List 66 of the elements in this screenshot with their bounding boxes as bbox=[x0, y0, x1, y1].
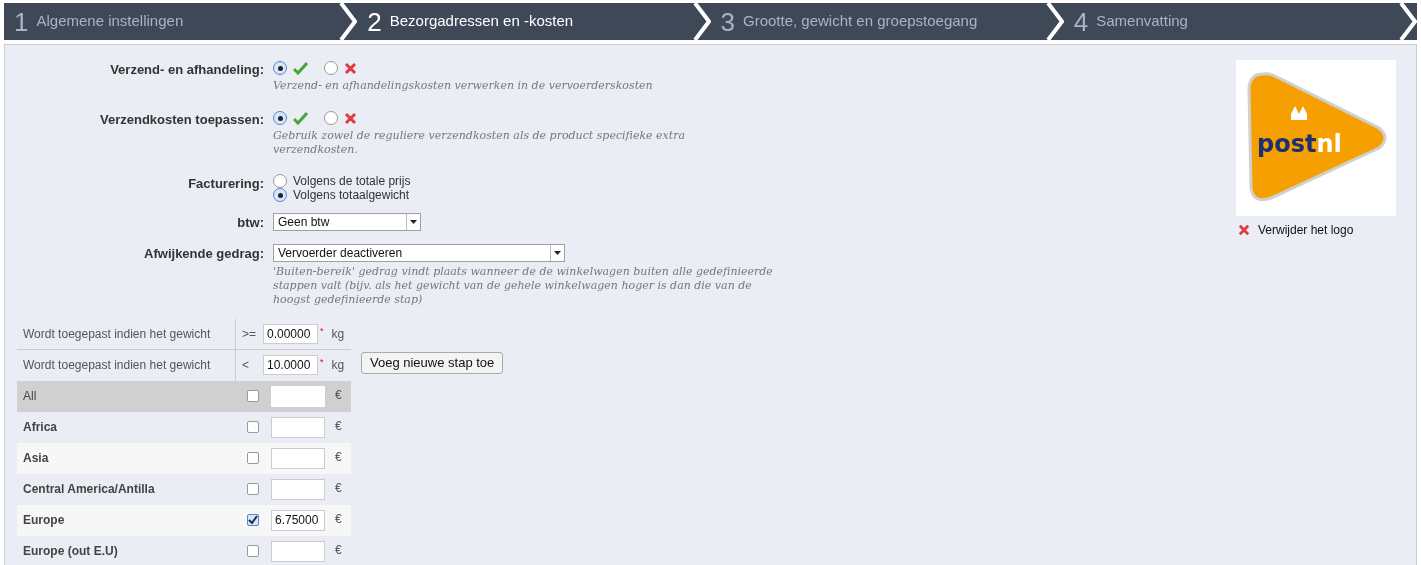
zone-name: Central America/Antilla bbox=[22, 481, 156, 498]
currency-label: € bbox=[335, 417, 342, 435]
currency-label: € bbox=[335, 541, 342, 559]
price-input[interactable] bbox=[271, 385, 325, 407]
option-label: Volgens totaalgewicht bbox=[293, 188, 410, 204]
chevron-icon bbox=[337, 3, 358, 40]
currency-label: € bbox=[335, 386, 342, 404]
radio-button[interactable] bbox=[273, 111, 287, 125]
wizard-step[interactable]: 1 Algemene instellingen bbox=[4, 3, 358, 40]
price-input[interactable] bbox=[271, 447, 325, 469]
caret-icon bbox=[554, 250, 561, 255]
currency-label: € bbox=[335, 510, 342, 528]
range-label: Wordt toegepast indien het gewicht bbox=[22, 325, 212, 343]
help-text: Verzend- en afhandelingskosten verwerken in de vervoerderskosten bbox=[273, 79, 653, 93]
currency-label: € bbox=[335, 448, 342, 466]
zone-name: Europe bbox=[22, 512, 66, 529]
field-label: Afwijkende gedrag: bbox=[144, 244, 264, 263]
check-icon bbox=[293, 111, 308, 125]
option-label: Volgens de totale prijs bbox=[293, 173, 411, 190]
close-icon bbox=[1238, 224, 1250, 236]
radio-button[interactable] bbox=[324, 61, 338, 75]
caret-icon bbox=[410, 220, 417, 224]
currency-label: € bbox=[335, 479, 342, 497]
checkbox[interactable] bbox=[247, 390, 259, 402]
close-icon bbox=[344, 111, 357, 125]
radio-button[interactable] bbox=[273, 61, 287, 75]
required-mark: * bbox=[320, 355, 324, 369]
zone-name: Africa bbox=[22, 419, 58, 436]
radio-button[interactable] bbox=[273, 188, 287, 202]
checkbox[interactable] bbox=[247, 421, 259, 433]
wizard-step[interactable]: 3 Grootte, gewicht en groepstoegang bbox=[710, 3, 1064, 40]
field-label: Verzendkosten toepassen: bbox=[100, 111, 264, 129]
dropdown[interactable]: Geen btw bbox=[273, 213, 421, 231]
help-text: Gebruik zowel de reguliere verzendkosten als de product specifieke extra verzendkosten. bbox=[273, 129, 687, 157]
check-icon bbox=[293, 61, 308, 75]
weight-input[interactable]: 10.0000 bbox=[263, 355, 318, 375]
price-input[interactable] bbox=[271, 540, 325, 562]
wizard-step[interactable]: 2 Bezorgadressen en -kosten bbox=[357, 3, 711, 40]
zone-name: All bbox=[22, 388, 38, 405]
radio-button[interactable] bbox=[273, 174, 287, 188]
unit-label: kg bbox=[331, 357, 345, 374]
field-label: Verzend- en afhandeling: bbox=[110, 61, 264, 79]
close-icon bbox=[344, 61, 357, 75]
help-text: 'Buiten-bereik' gedrag vindt plaats wanneer de de winkelwagen buiten alle gedefinieerde stappen valt (bijv. als het gewicht van de gehele winkelwagen hoger is dan die van de hoogst gedefinieerde stap) bbox=[273, 264, 773, 307]
chevron-icon bbox=[1397, 3, 1417, 40]
checkbox[interactable] bbox=[247, 483, 259, 495]
field-label: Facturering: bbox=[188, 175, 264, 193]
add-step-button[interactable]: Voeg nieuwe stap toe bbox=[361, 351, 504, 374]
zone-name: Europe (out E.U) bbox=[22, 543, 119, 560]
range-label: Wordt toegepast indien het gewicht bbox=[22, 357, 212, 374]
checkbox[interactable] bbox=[247, 452, 259, 464]
wizard-step[interactable]: 4 Samenvatting bbox=[1063, 3, 1417, 40]
dropdown[interactable]: Vervoerder deactiveren bbox=[273, 243, 565, 262]
field-label: btw: bbox=[237, 214, 264, 232]
weight-input[interactable]: 0.00000 bbox=[263, 323, 318, 344]
unit-label: kg bbox=[331, 325, 345, 343]
logo: postnl bbox=[1236, 60, 1396, 216]
remove-logo-link[interactable]: Verwijder het logo bbox=[1258, 221, 1354, 239]
checkbox[interactable] bbox=[247, 545, 259, 557]
checkbox[interactable] bbox=[247, 514, 259, 526]
required-mark: * bbox=[320, 324, 324, 338]
price-input[interactable] bbox=[271, 416, 325, 438]
price-input[interactable] bbox=[271, 478, 325, 500]
radio-button[interactable] bbox=[324, 111, 338, 125]
price-input[interactable]: 6.75000 bbox=[271, 509, 325, 531]
zone-name: Asia bbox=[22, 450, 50, 467]
